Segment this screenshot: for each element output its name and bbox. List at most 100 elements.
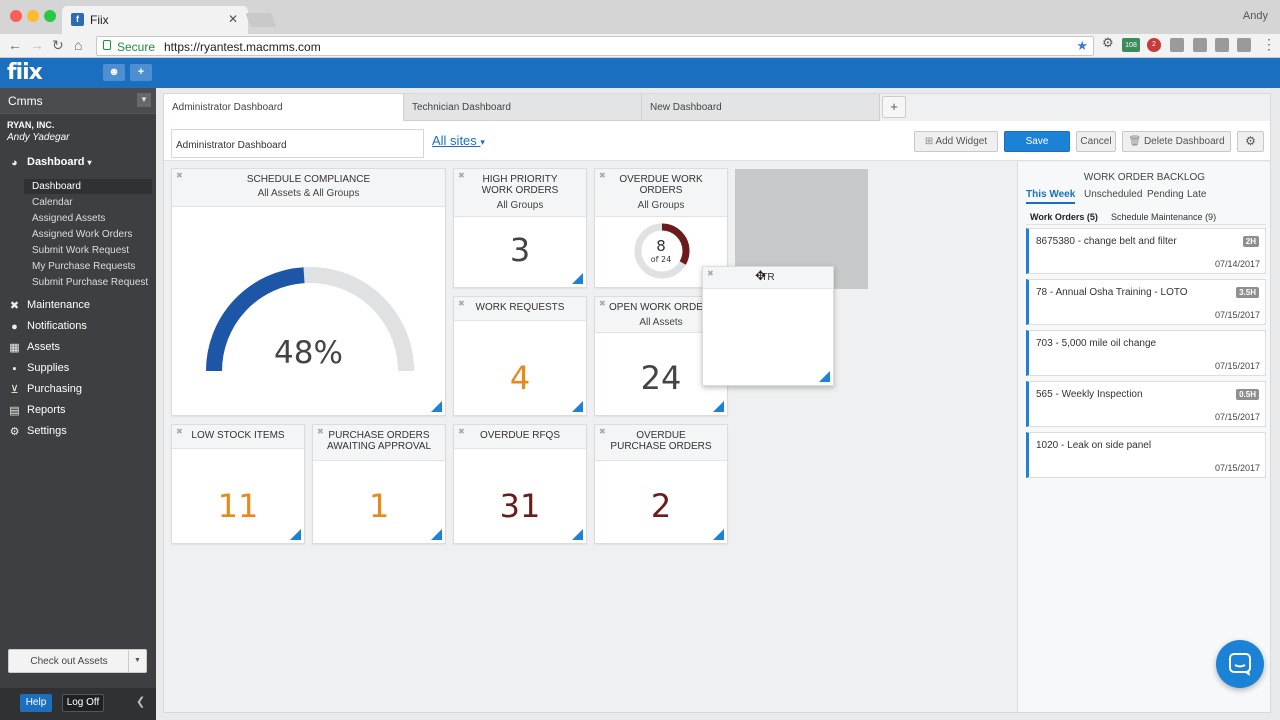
widget-work-requests[interactable]: WORK REQUESTS ✖ 4: [453, 296, 587, 416]
remove-widget-icon[interactable]: ✖: [599, 427, 606, 436]
collapse-sidebar-icon[interactable]: ❮: [136, 695, 145, 708]
browser-user-name[interactable]: Andy: [1243, 10, 1268, 22]
backlog-work-order-card[interactable]: 8675380 - change belt and filter 2H 07/1…: [1026, 228, 1266, 274]
tab-technician-dashboard[interactable]: Technician Dashboard: [404, 94, 642, 121]
extension-icon[interactable]: [1237, 38, 1251, 52]
dashboard-name-input[interactable]: Administrator Dashboard: [171, 129, 424, 158]
remove-widget-icon[interactable]: ✖: [707, 269, 714, 278]
resize-handle-icon[interactable]: [819, 371, 830, 382]
extension-icon[interactable]: [1215, 38, 1229, 52]
resize-handle-icon[interactable]: [431, 401, 442, 412]
save-button[interactable]: Save: [1004, 131, 1070, 152]
help-button[interactable]: Help: [20, 694, 52, 712]
chevron-down-icon[interactable]: ▼: [137, 93, 151, 107]
remove-widget-icon[interactable]: ✖: [176, 427, 183, 436]
add-widget-button[interactable]: ⊞ Add Widget: [914, 131, 998, 152]
backlog-tab-unscheduled[interactable]: Unscheduled: [1084, 189, 1142, 200]
resize-handle-icon[interactable]: [713, 529, 724, 540]
sidebar-item-submit-work-request[interactable]: Submit Work Request: [24, 243, 152, 258]
backlog-subtab-work-orders[interactable]: Work Orders (5): [1030, 212, 1098, 222]
close-tab-icon[interactable]: ✕: [228, 12, 238, 26]
resize-handle-icon[interactable]: [431, 529, 442, 540]
resize-handle-icon[interactable]: [572, 401, 583, 412]
sidebar-item-submit-purchase-request[interactable]: Submit Purchase Request: [24, 275, 152, 290]
widget-overdue-purchase-orders[interactable]: OVERDUE PURCHASE ORDERS ✖ 2: [594, 424, 728, 544]
resize-handle-icon[interactable]: [713, 401, 724, 412]
delete-dashboard-button[interactable]: 🗑 Delete Dashboard: [1122, 131, 1231, 152]
reload-icon[interactable]: ↻: [52, 37, 64, 54]
browser-menu-icon[interactable]: ⋮: [1262, 36, 1276, 53]
check-out-assets-button[interactable]: Check out Assets ▼: [8, 649, 147, 673]
resize-handle-icon[interactable]: [290, 529, 301, 540]
remove-widget-icon[interactable]: ✖: [599, 171, 606, 180]
extension-badge-icon[interactable]: 108: [1122, 38, 1140, 52]
secure-label: Secure: [117, 40, 156, 54]
remove-widget-icon[interactable]: ✖: [317, 427, 324, 436]
new-tab-button[interactable]: [245, 13, 277, 27]
tab-administrator-dashboard[interactable]: Administrator Dashboard: [164, 94, 404, 121]
sidebar-item-dashboard[interactable]: Dashboard: [24, 179, 152, 194]
forward-arrow-icon[interactable]: →: [30, 37, 44, 53]
remove-widget-icon[interactable]: ✖: [176, 171, 183, 180]
backlog-work-order-card[interactable]: 78 - Annual Osha Training - LOTO 3.5H 07…: [1026, 279, 1266, 325]
quick-add-button[interactable]: +: [130, 64, 152, 81]
sidebar-item-assigned-assets[interactable]: Assigned Assets: [24, 211, 152, 226]
extension-icon[interactable]: [1193, 38, 1207, 52]
sidebar-item-assigned-work-orders[interactable]: Assigned Work Orders: [24, 227, 152, 242]
widget-schedule-compliance[interactable]: SCHEDULE COMPLIANCE All Assets & All Gro…: [171, 168, 446, 416]
sidebar-section-label: Notifications: [27, 320, 87, 332]
browser-tab[interactable]: f Fiix ✕: [62, 6, 248, 34]
tab-new-dashboard[interactable]: New Dashboard: [642, 94, 880, 121]
sidebar-item-calendar[interactable]: Calendar: [24, 195, 152, 210]
backlog-tab-this-week[interactable]: This Week: [1026, 189, 1076, 204]
resize-handle-icon[interactable]: [572, 529, 583, 540]
remove-widget-icon[interactable]: ✖: [458, 171, 465, 180]
close-window-icon[interactable]: [10, 10, 22, 22]
site-filter-dropdown[interactable]: All sites ▾: [432, 133, 485, 148]
sidebar-item-reports[interactable]: ▤ Reports: [8, 404, 65, 417]
home-icon[interactable]: ⌂: [74, 37, 82, 53]
fiix-logo[interactable]: fiix: [7, 60, 43, 85]
user-profile-button[interactable]: ☻: [103, 64, 125, 81]
resize-handle-icon[interactable]: [572, 273, 583, 284]
system-selector[interactable]: Cmms ▼: [0, 88, 156, 114]
log-off-button[interactable]: Log Off: [62, 694, 104, 712]
add-dashboard-tab-button[interactable]: +: [882, 96, 906, 118]
backlog-work-order-card[interactable]: 565 - Weekly Inspection 0.5H 07/15/2017: [1026, 381, 1266, 427]
backlog-subtab-schedule-maintenance[interactable]: Schedule Maintenance (9): [1111, 212, 1216, 222]
sidebar-item-assets[interactable]: ▦ Assets: [8, 341, 60, 354]
remove-widget-icon[interactable]: ✖: [458, 299, 465, 308]
sidebar-item-maintenance[interactable]: ✖ Maintenance: [8, 299, 90, 312]
widget-high-priority-work-orders[interactable]: HIGH PRIORITY WORK ORDERS All Groups ✖ 3: [453, 168, 587, 288]
backlog-work-order-card[interactable]: 703 - 5,000 mile oil change 07/15/2017: [1026, 330, 1266, 376]
widget-being-dragged[interactable]: TR ✖ ✥: [702, 266, 834, 386]
back-arrow-icon[interactable]: ←: [8, 37, 22, 53]
backlog-tab-late[interactable]: Late: [1187, 189, 1206, 200]
url-text[interactable]: https://ryantest.macmms.com: [164, 40, 321, 54]
chat-launcher-button[interactable]: [1216, 640, 1264, 688]
minimize-window-icon[interactable]: [27, 10, 39, 22]
backlog-tab-pending[interactable]: Pending: [1147, 189, 1184, 200]
gmail-extension-icon[interactable]: 2: [1147, 38, 1161, 52]
dashboard-settings-gear-icon[interactable]: ⚙: [1237, 131, 1264, 152]
backlog-work-order-card[interactable]: 1020 - Leak on side panel 07/15/2017: [1026, 432, 1266, 478]
remove-widget-icon[interactable]: ✖: [599, 299, 606, 308]
sidebar-item-my-purchase-requests[interactable]: My Purchase Requests: [24, 259, 152, 274]
sidebar-item-supplies[interactable]: ▪ Supplies: [8, 362, 70, 375]
widget-low-stock-items[interactable]: LOW STOCK ITEMS ✖ 11: [171, 424, 305, 544]
remove-widget-icon[interactable]: ✖: [458, 427, 465, 436]
cast-icon[interactable]: [1170, 38, 1184, 52]
chevron-down-icon[interactable]: ▼: [128, 650, 146, 672]
widget-overdue-rfqs[interactable]: OVERDUE RFQS ✖ 31: [453, 424, 587, 544]
settings-gear-icon[interactable]: ⚙: [1102, 35, 1116, 50]
sidebar-section-dashboard[interactable]: ◕ Dashboard ▾: [8, 156, 91, 169]
sidebar-item-settings[interactable]: ⚙ Settings: [8, 425, 67, 438]
widget-purchase-orders-awaiting-approval[interactable]: PURCHASE ORDERS AWAITING APPROVAL ✖ 1: [312, 424, 446, 544]
address-bar[interactable]: Secure https://ryantest.macmms.com ★: [96, 36, 1094, 56]
maximize-window-icon[interactable]: [44, 10, 56, 22]
widget-title: OPEN WORK ORDERS: [609, 302, 717, 313]
bookmark-star-icon[interactable]: ★: [1076, 38, 1088, 54]
sidebar-item-purchasing[interactable]: ⊻ Purchasing: [8, 383, 82, 396]
cancel-button[interactable]: Cancel: [1076, 131, 1116, 152]
sidebar-item-notifications[interactable]: ● Notifications: [8, 320, 87, 333]
